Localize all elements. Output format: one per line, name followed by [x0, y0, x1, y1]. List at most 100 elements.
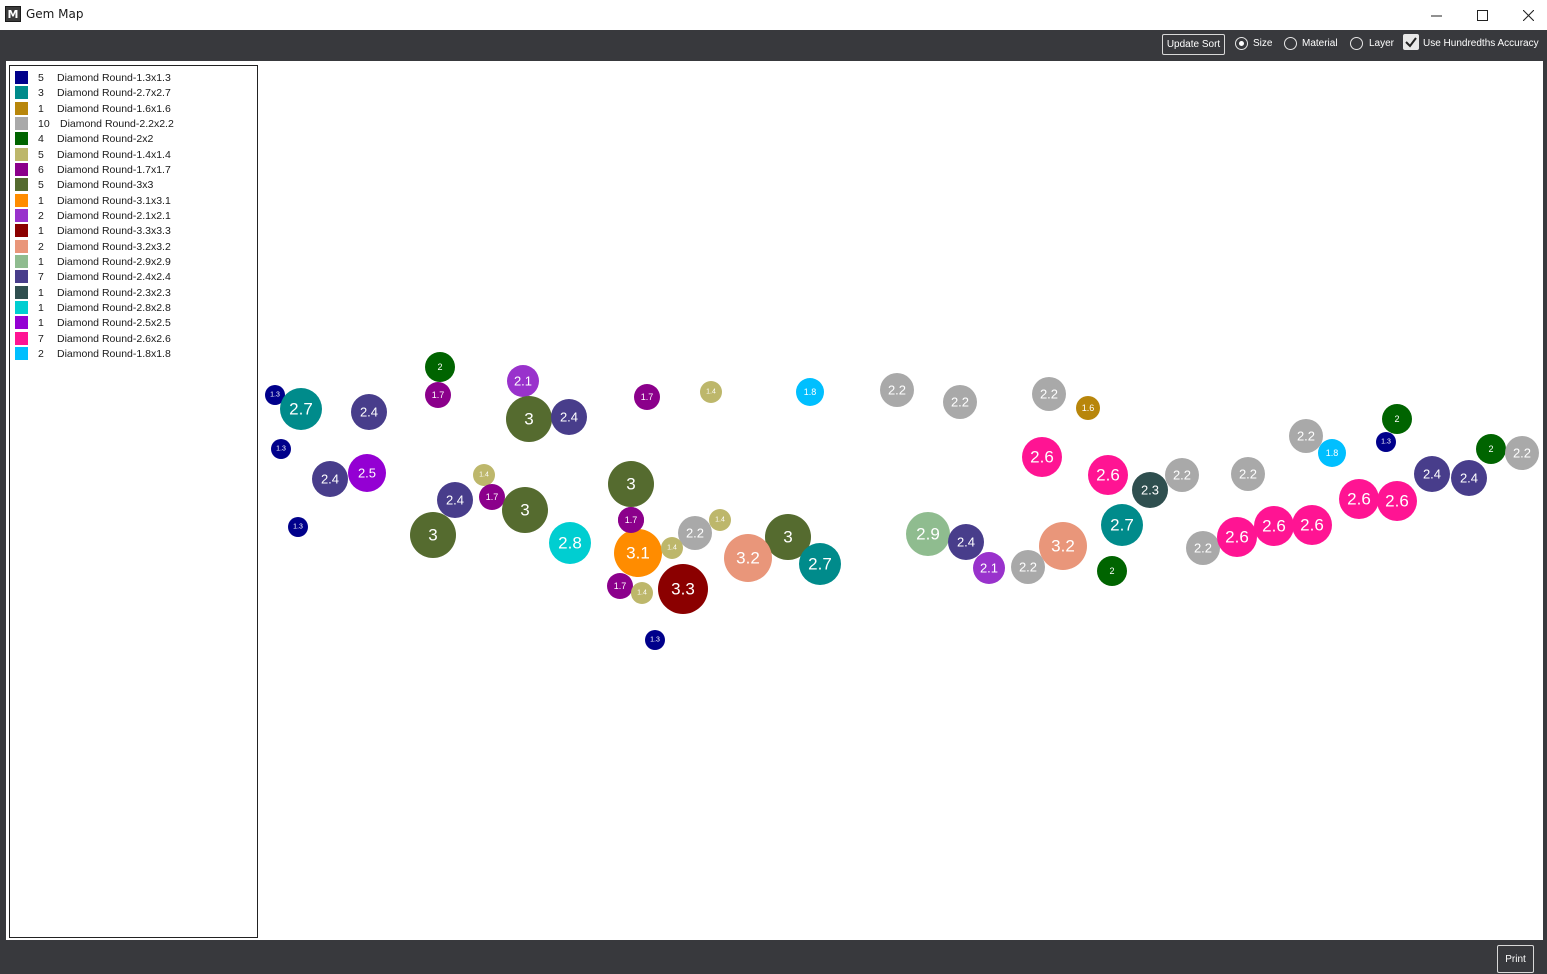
sort-layer-radio[interactable] [1350, 37, 1363, 50]
gem-bubble[interactable]: 2.2 [880, 373, 914, 407]
gem-bubble[interactable]: 2.8 [549, 522, 591, 564]
gem-bubble[interactable]: 1.4 [473, 464, 495, 486]
gem-bubble[interactable]: 2.7 [1101, 504, 1143, 546]
legend-name: Diamond Round-2.7x2.7 [57, 87, 171, 100]
gem-bubble[interactable]: 2.4 [551, 399, 587, 435]
legend-count: 1 [38, 301, 44, 314]
gem-bubble[interactable]: 2.6 [1217, 517, 1257, 557]
gem-bubble[interactable]: 2.2 [1505, 436, 1539, 470]
gem-bubble[interactable]: 2.2 [1032, 377, 1066, 411]
gem-bubble[interactable]: 2.1 [973, 552, 1005, 584]
gem-bubble[interactable]: 2 [425, 352, 455, 382]
legend-swatch [15, 132, 28, 146]
gem-bubble[interactable]: 1.4 [709, 509, 731, 531]
legend-count: 3 [38, 87, 44, 100]
gem-bubble[interactable]: 3 [506, 396, 552, 442]
gem-bubble[interactable]: 2.9 [906, 512, 950, 556]
gem-bubble[interactable]: 2.1 [507, 365, 539, 397]
gem-bubble[interactable]: 2.5 [348, 454, 386, 492]
gem-bubble[interactable]: 3 [410, 512, 456, 558]
gem-bubble[interactable]: 1.8 [1318, 439, 1346, 467]
legend-count: 5 [38, 179, 44, 192]
sort-material-radio[interactable] [1284, 37, 1297, 50]
gem-bubble[interactable]: 2.2 [678, 516, 712, 550]
gem-size-label: 2.1 [514, 374, 532, 389]
gem-bubble[interactable]: 2.6 [1254, 506, 1294, 546]
gem-bubble[interactable]: 2.4 [1451, 460, 1487, 496]
gem-bubble[interactable]: 1.7 [607, 573, 633, 599]
gem-bubble[interactable]: 2.2 [1231, 457, 1265, 491]
legend-item: 2 Diamond Round-2.1x2.1 [14, 208, 254, 223]
gem-bubble[interactable]: 2.6 [1292, 505, 1332, 545]
gem-bubble[interactable]: 1.3 [271, 439, 291, 459]
legend-item: 10 Diamond Round-2.2x2.2 [14, 116, 254, 131]
gem-bubble[interactable]: 2.2 [1011, 550, 1045, 584]
gem-size-label: 1.4 [479, 472, 489, 479]
gem-size-label: 1.8 [804, 387, 817, 397]
gem-bubble[interactable]: 1.3 [288, 517, 308, 537]
gem-bubble[interactable]: 1.7 [479, 484, 505, 510]
gem-size-label: 2 [437, 362, 442, 372]
legend-item: 1 Diamond Round-2.5x2.5 [14, 315, 254, 330]
gem-bubble[interactable]: 1.7 [618, 507, 644, 533]
gem-bubble[interactable]: 2.4 [351, 394, 387, 430]
legend-swatch [15, 86, 28, 100]
gem-bubble[interactable]: 3 [502, 487, 548, 533]
close-button[interactable] [1505, 0, 1547, 30]
gem-bubble[interactable]: 2.7 [280, 388, 322, 430]
gem-bubble[interactable]: 1.4 [700, 381, 722, 403]
gem-bubble[interactable]: 3 [608, 461, 654, 507]
gem-bubble[interactable]: 2.7 [799, 543, 841, 585]
gem-bubble[interactable]: 2 [1097, 556, 1127, 586]
gem-bubble[interactable]: 1.8 [796, 378, 824, 406]
maximize-button[interactable] [1459, 0, 1505, 30]
gem-bubble[interactable]: 2.4 [437, 482, 473, 518]
gem-size-label: 1.4 [637, 590, 647, 597]
legend-swatch [15, 239, 28, 253]
gem-bubble[interactable]: 2.3 [1132, 472, 1168, 508]
sort-size-label: Size [1253, 38, 1273, 49]
legend-swatch [15, 147, 28, 161]
gem-size-label: 1.3 [650, 637, 660, 644]
sort-material-label: Material [1302, 38, 1338, 49]
gem-bubble[interactable]: 3.2 [1039, 522, 1087, 570]
gem-bubble[interactable]: 2 [1476, 434, 1506, 464]
legend-item: 1 Diamond Round-2.9x2.9 [14, 254, 254, 269]
gem-bubble[interactable]: 2.6 [1022, 437, 1062, 477]
gem-bubble[interactable]: 2.2 [943, 385, 977, 419]
gem-bubble[interactable]: 2.4 [1414, 456, 1450, 492]
sort-size-radio[interactable] [1235, 37, 1248, 50]
gem-bubble[interactable]: 2.6 [1377, 481, 1417, 521]
gem-bubble[interactable]: 3.1 [614, 529, 662, 577]
gem-bubble[interactable]: 2 [1382, 404, 1412, 434]
gem-bubble[interactable]: 2.6 [1088, 455, 1128, 495]
gem-bubble[interactable]: 2.4 [312, 461, 348, 497]
gem-bubble[interactable]: 2.2 [1165, 458, 1199, 492]
gem-bubble[interactable]: 2.4 [948, 524, 984, 560]
gem-bubble[interactable]: 2.2 [1289, 419, 1323, 453]
gem-size-label: 2.7 [808, 555, 832, 574]
gem-bubble[interactable]: 3.2 [724, 534, 772, 582]
gem-bubble[interactable]: 1.3 [1376, 432, 1396, 452]
gem-bubble[interactable]: 1.7 [634, 384, 660, 410]
gem-bubble[interactable]: 2.2 [1186, 531, 1220, 565]
gem-bubble[interactable]: 1.6 [1076, 396, 1100, 420]
legend-name: Diamond Round-2.5x2.5 [57, 317, 171, 330]
legend-swatch [15, 270, 28, 284]
sort-layer-label: Layer [1369, 38, 1395, 49]
hundredths-accuracy-checkbox[interactable] [1403, 34, 1419, 50]
gem-size-label: 2.2 [686, 526, 704, 541]
legend-name: Diamond Round-1.8x1.8 [57, 347, 171, 360]
print-button[interactable]: Print [1497, 945, 1534, 973]
legend-item: 5 Diamond Round-1.3x1.3 [14, 70, 254, 85]
gem-bubble[interactable]: 2.6 [1339, 479, 1379, 519]
gem-bubble[interactable]: 3.3 [658, 564, 708, 614]
gem-bubble[interactable]: 1.4 [631, 582, 653, 604]
legend-name: Diamond Round-1.7x1.7 [57, 163, 171, 176]
gem-bubble[interactable]: 1.3 [645, 630, 665, 650]
gem-bubble[interactable]: 1.4 [661, 537, 683, 559]
minimize-button[interactable] [1413, 0, 1459, 30]
gem-bubble[interactable]: 1.7 [425, 382, 451, 408]
gem-size-label: 1.4 [706, 389, 716, 396]
update-sort-button[interactable]: Update Sort [1162, 34, 1225, 55]
